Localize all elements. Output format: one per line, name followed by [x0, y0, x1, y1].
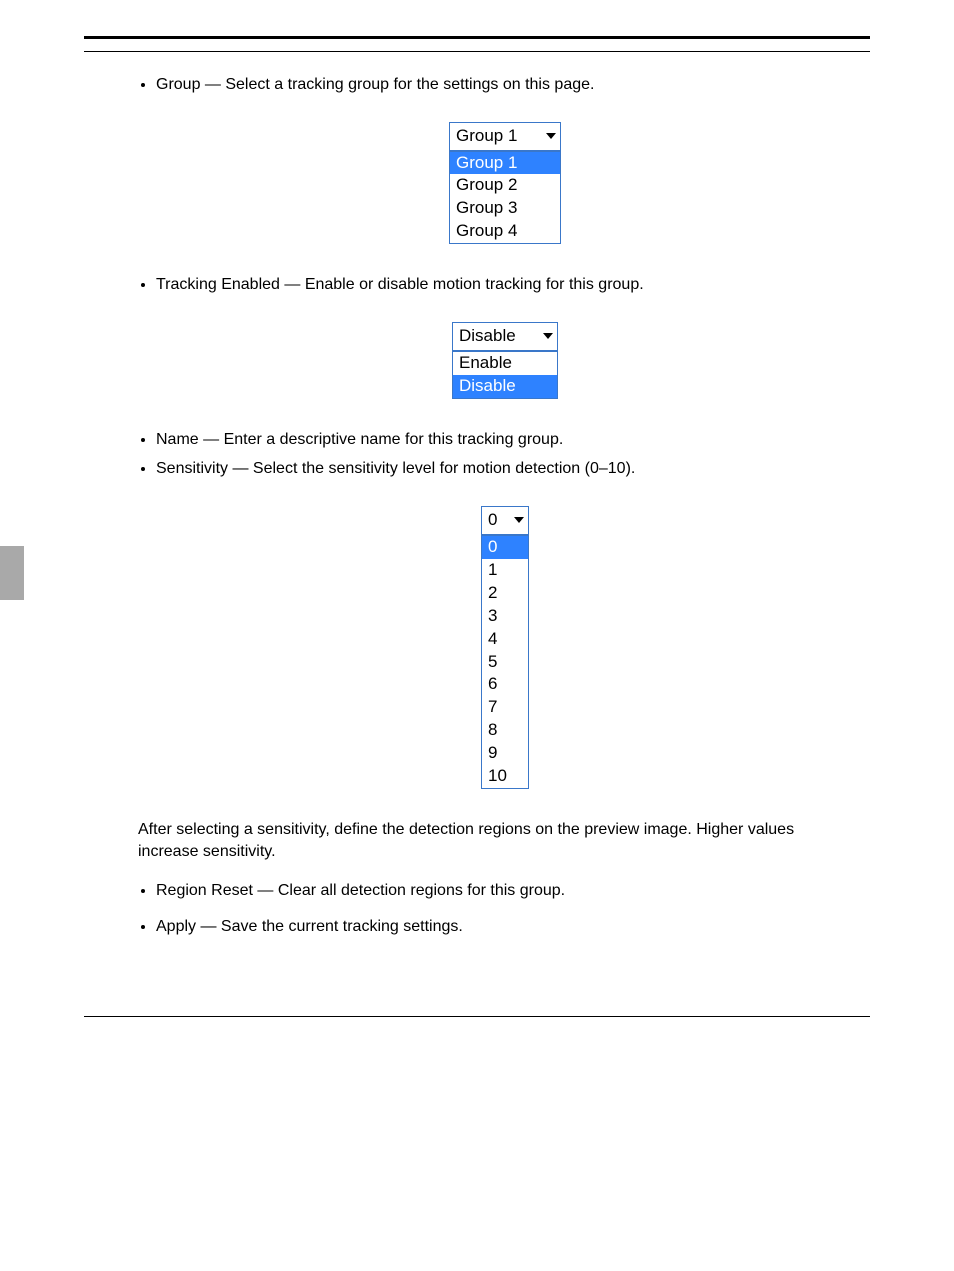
- group-dropdown-selected[interactable]: Group 1: [449, 122, 561, 151]
- dropdown-option[interactable]: 7: [482, 696, 528, 719]
- dropdown-option[interactable]: 6: [482, 673, 528, 696]
- bullet-apply-rest: — Save the current tracking settings.: [196, 918, 463, 935]
- bullet-group-strong: Group: [156, 76, 200, 93]
- dropdown-option[interactable]: Disable: [453, 375, 557, 398]
- sidebar-thumb-tab: [0, 546, 24, 600]
- enable-dropdown[interactable]: Disable EnableDisable: [452, 322, 558, 399]
- dropdown-option[interactable]: 0: [482, 536, 528, 559]
- bullet-reset-rest: — Clear all detection regions for this g…: [253, 882, 565, 899]
- enable-dropdown-value: Disable: [459, 326, 516, 345]
- dropdown-option[interactable]: 5: [482, 651, 528, 674]
- enable-dropdown-selected[interactable]: Disable: [452, 322, 558, 351]
- dropdown-option[interactable]: 8: [482, 719, 528, 742]
- bullet-group-rest: — Select a tracking group for the settin…: [200, 76, 594, 93]
- bullet-enabled-rest: — Enable or disable motion tracking for …: [280, 276, 644, 293]
- bullet-sens-strong: Sensitivity: [156, 460, 228, 477]
- group-dropdown-list[interactable]: Group 1Group 2Group 3Group 4: [449, 151, 561, 245]
- sensitivity-dropdown-value: 0: [488, 510, 497, 529]
- top-heavy-rule: [84, 36, 870, 39]
- dropdown-option[interactable]: 9: [482, 742, 528, 765]
- group-dropdown[interactable]: Group 1 Group 1Group 2Group 3Group 4: [449, 122, 561, 245]
- dropdown-option[interactable]: Enable: [453, 352, 557, 375]
- sensitivity-dropdown[interactable]: 0 012345678910: [481, 506, 529, 789]
- dropdown-option[interactable]: Group 1: [450, 152, 560, 175]
- bullet-group: Group — Select a tracking group for the …: [156, 74, 854, 244]
- bullet-apply-strong: Apply: [156, 918, 196, 935]
- dropdown-option[interactable]: 2: [482, 582, 528, 605]
- group-dropdown-value: Group 1: [456, 126, 517, 145]
- top-light-rule: [84, 51, 870, 52]
- footer-rule: [84, 1016, 870, 1017]
- dropdown-option[interactable]: 10: [482, 765, 528, 788]
- sensitivity-dropdown-list[interactable]: 012345678910: [481, 535, 529, 789]
- bullet-region-reset: Region Reset — Clear all detection regio…: [156, 880, 854, 902]
- paragraph-between: After selecting a sensitivity, define th…: [138, 819, 854, 862]
- bullet-apply: Apply — Save the current tracking settin…: [156, 916, 854, 938]
- chevron-down-icon: [514, 517, 524, 523]
- chevron-down-icon: [543, 333, 553, 339]
- dropdown-option[interactable]: 1: [482, 559, 528, 582]
- bullet-enabled-strong: Tracking Enabled: [156, 276, 280, 293]
- sensitivity-dropdown-selected[interactable]: 0: [481, 506, 529, 535]
- bullet-name-text: Name — Enter a descriptive name for this…: [156, 431, 563, 448]
- dropdown-option[interactable]: Group 3: [450, 197, 560, 220]
- dropdown-option[interactable]: Group 4: [450, 220, 560, 243]
- bullet-sensitivity: Sensitivity — Select the sensitivity lev…: [156, 458, 854, 789]
- bullet-reset-strong: Region Reset: [156, 882, 253, 899]
- dropdown-option[interactable]: Group 2: [450, 174, 560, 197]
- bullet-name: Name — Enter a descriptive name for this…: [156, 429, 854, 451]
- chevron-down-icon: [546, 133, 556, 139]
- bullet-sens-rest: — Select the sensitivity level for motio…: [228, 460, 635, 477]
- enable-dropdown-list[interactable]: EnableDisable: [452, 351, 558, 399]
- bullet-tracking-enabled: Tracking Enabled — Enable or disable mot…: [156, 274, 854, 398]
- dropdown-option[interactable]: 3: [482, 605, 528, 628]
- dropdown-option[interactable]: 4: [482, 628, 528, 651]
